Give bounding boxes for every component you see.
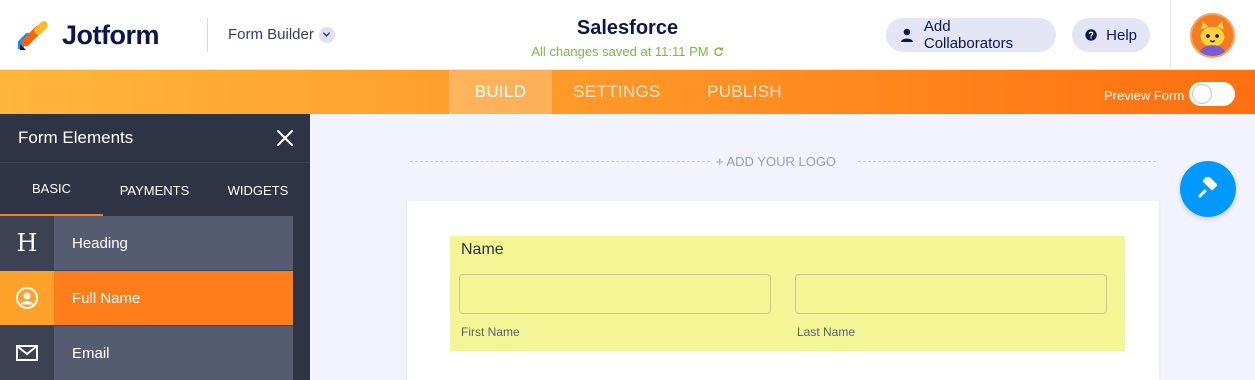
jotform-logo-icon <box>18 21 48 50</box>
preview-form-label: Preview Form <box>1104 87 1185 103</box>
tab-publish[interactable]: PUBLISH <box>682 70 807 114</box>
paint-roller-icon <box>1198 177 1218 198</box>
form-designer-button[interactable] <box>1180 161 1236 217</box>
logo-divider <box>858 161 1156 162</box>
tab-widgets-label: WIDGETS <box>227 182 289 198</box>
tab-settings[interactable]: SETTINGS <box>552 70 682 114</box>
form-title: Salesforce <box>576 17 679 39</box>
question-icon <box>1085 29 1097 41</box>
help-button[interactable]: Help <box>1072 18 1150 52</box>
top-bar: Jotform Form Builder Salesforce All chan… <box>0 0 1255 70</box>
tab-settings-label: SETTINGS <box>573 82 661 101</box>
element-heading-label: Heading <box>54 216 293 270</box>
last-name-sublabel: Last Name <box>797 325 856 339</box>
avatar[interactable] <box>1190 13 1235 58</box>
heading-icon: H <box>0 216 54 270</box>
form-builder-label: Form Builder <box>228 26 314 43</box>
jotform-logo[interactable]: Jotform <box>18 19 160 51</box>
add-collaborators-button[interactable]: Add Collaborators <box>886 18 1056 52</box>
tab-basic-label: BASIC <box>31 181 71 196</box>
save-status-text: All changes saved at 11:11 PM <box>531 44 709 59</box>
divider <box>207 18 208 52</box>
envelope-icon <box>0 326 54 380</box>
tab-build[interactable]: BUILD <box>449 70 552 114</box>
brand-name: Jotform <box>62 19 160 50</box>
tab-payments-label: PAYMENTS <box>119 182 190 198</box>
user-icon <box>0 271 54 325</box>
save-status: All changes saved at 11:11 PM <box>531 44 723 59</box>
element-email[interactable]: Email <box>0 326 293 380</box>
tab-widgets[interactable]: WIDGETS <box>206 163 310 217</box>
add-collaborators-label: Add Collaborators <box>923 18 1014 52</box>
element-full-name-label: Full Name <box>54 271 293 325</box>
divider <box>1170 0 1171 70</box>
tab-payments[interactable]: PAYMENTS <box>103 163 206 217</box>
help-label: Help <box>1106 26 1137 44</box>
panel-title: Form Elements <box>18 128 134 147</box>
form-title-area: Salesforce All changes saved at 11:11 PM <box>0 17 1255 61</box>
last-name-input[interactable] <box>795 274 1107 314</box>
svg-text:H: H <box>17 231 38 255</box>
panel-header: Form Elements <box>0 114 310 162</box>
element-email-label: Email <box>54 326 293 380</box>
preview-form-toggle[interactable] <box>1189 82 1236 106</box>
tab-basic[interactable]: BASIC <box>0 163 103 217</box>
tab-build-label: BUILD <box>474 82 527 101</box>
cat-avatar-icon <box>1192 15 1233 56</box>
close-icon[interactable] <box>276 129 294 147</box>
first-name-input[interactable] <box>459 274 771 314</box>
refresh-icon <box>713 47 723 57</box>
form-builder-dropdown[interactable]: Form Builder <box>228 26 335 43</box>
first-name-sublabel: First Name <box>461 325 520 339</box>
add-logo-link[interactable]: + ADD YOUR LOGO <box>716 154 836 169</box>
tab-publish-label: PUBLISH <box>707 82 782 101</box>
element-full-name[interactable]: Full Name <box>0 271 293 325</box>
panel-tabs: BASIC PAYMENTS WIDGETS <box>0 162 310 217</box>
preview-form-control: Preview Form <box>1104 82 1236 107</box>
toggle-knob <box>1192 84 1213 104</box>
element-heading[interactable]: H Heading <box>0 216 293 270</box>
logo-divider <box>410 161 710 162</box>
field-label: Name <box>461 241 504 258</box>
chevron-down-icon <box>318 26 335 43</box>
user-icon <box>900 28 913 42</box>
panel-scrollbar[interactable] <box>293 216 310 380</box>
builder-nav-bar: BUILD SETTINGS PUBLISH Preview Form <box>0 70 1255 114</box>
